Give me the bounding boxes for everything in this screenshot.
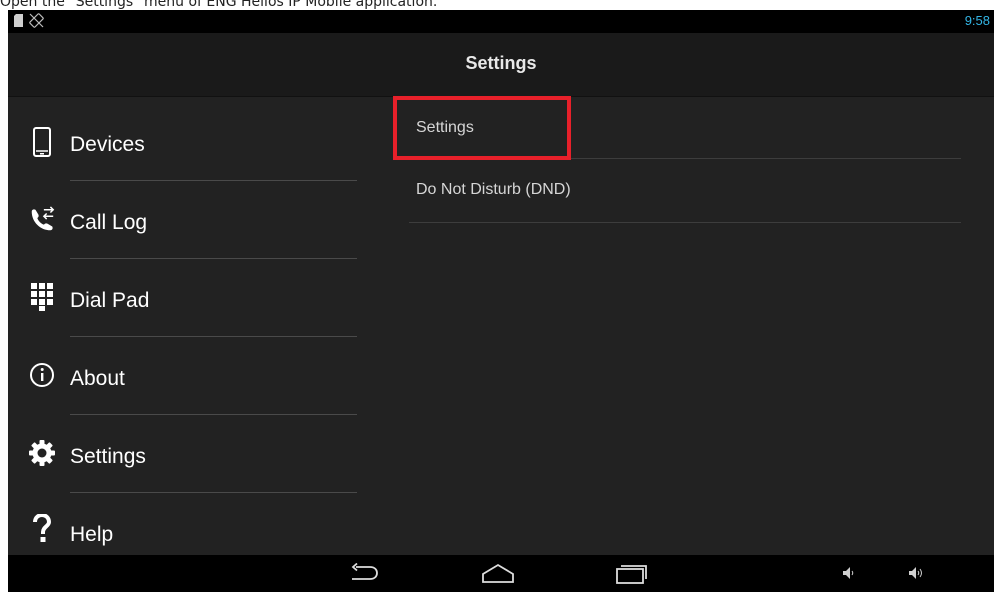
status-bar: 9:58: [8, 10, 994, 33]
question-icon: [28, 514, 56, 543]
tutorial-caption: Open the "Settings" menu of ENG Helios I…: [0, 0, 438, 10]
info-icon: [28, 361, 56, 389]
recents-button[interactable]: [612, 559, 652, 587]
volume-down-button[interactable]: [828, 559, 868, 587]
sidebar-item-devices[interactable]: Devices: [8, 105, 358, 183]
page-title: Settings: [465, 53, 537, 73]
divider: [70, 336, 357, 337]
list-item-label: Do Not Disturb (DND): [416, 181, 571, 198]
dialpad-icon: [28, 283, 56, 311]
settings-list: Settings Do Not Disturb (DND): [409, 97, 961, 555]
status-time: 9:58: [964, 13, 990, 28]
recents-icon: [616, 565, 647, 584]
no-rotation-icon: [29, 13, 44, 28]
volume-up-button[interactable]: [896, 559, 936, 587]
gear-icon: [28, 439, 56, 467]
sidebar-item-call-log[interactable]: Call Log: [8, 183, 358, 261]
sidebar-item-label: Devices: [70, 133, 145, 156]
back-icon: [351, 563, 378, 580]
list-item-label: Settings: [416, 119, 474, 136]
sd-card-icon: [14, 14, 23, 27]
sidebar: Devices Call Log Dial Pad About Settings…: [8, 97, 358, 555]
list-item-dnd[interactable]: Do Not Disturb (DND): [409, 159, 961, 221]
divider: [70, 180, 357, 181]
sidebar-item-label: Help: [70, 523, 114, 546]
sidebar-item-label: Dial Pad: [70, 289, 150, 312]
sidebar-item-dial-pad[interactable]: Dial Pad: [8, 261, 358, 339]
device-screen: 9:58 Settings Devices Call Log Dial Pad …: [8, 10, 994, 592]
divider: [70, 258, 357, 259]
sidebar-item-label: About: [70, 367, 125, 390]
volume-up-icon: [909, 567, 922, 579]
home-icon: [482, 563, 514, 583]
home-button[interactable]: [478, 559, 518, 587]
sidebar-item-settings[interactable]: Settings: [8, 417, 358, 495]
volume-down-icon: [843, 567, 854, 579]
action-bar: Settings: [8, 33, 994, 97]
list-item-settings[interactable]: Settings: [409, 97, 961, 159]
system-nav-bar: [8, 555, 994, 592]
divider: [409, 222, 961, 223]
divider: [70, 492, 357, 493]
sidebar-item-about[interactable]: About: [8, 339, 358, 417]
sidebar-item-label: Settings: [70, 445, 146, 468]
divider: [70, 414, 357, 415]
back-button[interactable]: [344, 559, 384, 587]
phone-icon: [28, 127, 56, 157]
sidebar-item-label: Call Log: [70, 211, 148, 234]
call-log-icon: [28, 206, 56, 234]
